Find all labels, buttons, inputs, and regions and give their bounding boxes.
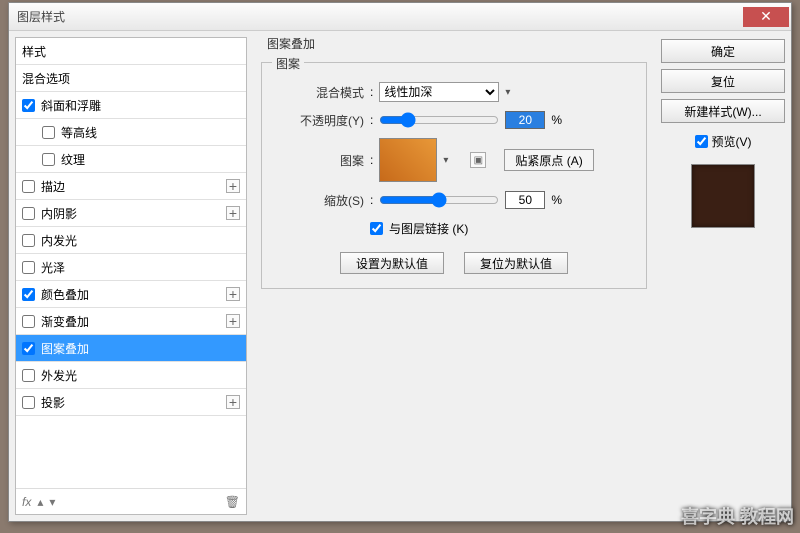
style-label: 颜色叠加 <box>41 286 226 303</box>
arrow-down-icon[interactable]: ▾ <box>49 495 55 509</box>
add-effect-icon[interactable]: + <box>226 206 240 220</box>
style-checkbox[interactable] <box>22 234 35 247</box>
style-checkbox[interactable] <box>22 369 35 382</box>
style-checkbox[interactable] <box>42 126 55 139</box>
link-row: 与图层链接 (K) <box>272 214 636 242</box>
trash-icon[interactable]: 🗑 <box>225 495 240 509</box>
style-item-5[interactable]: 内发光 <box>16 227 246 254</box>
style-label: 等高线 <box>61 124 240 141</box>
style-checkbox[interactable] <box>22 261 35 274</box>
snap-origin-button[interactable]: 贴紧原点 (A) <box>504 149 593 171</box>
chevron-down-icon[interactable]: ▾ <box>505 87 510 98</box>
style-label: 渐变叠加 <box>41 313 226 330</box>
style-item-8[interactable]: 渐变叠加+ <box>16 308 246 335</box>
section-title: 图案叠加 <box>267 35 647 52</box>
ok-button[interactable]: 确定 <box>661 39 785 63</box>
style-label: 内阴影 <box>41 205 226 222</box>
pattern-fieldset: 图案 混合模式: 线性加深 ▾ 不透明度(Y): % <box>261 62 647 289</box>
scale-slider[interactable] <box>379 192 499 208</box>
styles-list[interactable]: 样式 混合选项 斜面和浮雕等高线纹理描边+内阴影+内发光光泽颜色叠加+渐变叠加+… <box>16 38 246 488</box>
blend-options-label: 混合选项 <box>22 70 240 87</box>
opacity-label: 不透明度(Y) <box>272 112 364 129</box>
titlebar[interactable]: 图层样式 ✕ <box>9 3 791 31</box>
reset-button[interactable]: 复位 <box>661 69 785 93</box>
scale-label: 缩放(S) <box>272 192 364 209</box>
style-checkbox[interactable] <box>42 153 55 166</box>
style-checkbox[interactable] <box>22 315 35 328</box>
style-item-0[interactable]: 斜面和浮雕 <box>16 92 246 119</box>
style-item-1[interactable]: 等高线 <box>16 119 246 146</box>
dialog-body: 样式 混合选项 斜面和浮雕等高线纹理描边+内阴影+内发光光泽颜色叠加+渐变叠加+… <box>9 31 791 521</box>
blend-mode-label: 混合模式 <box>272 84 364 101</box>
create-pattern-icon[interactable]: ▣ <box>470 152 486 168</box>
add-effect-icon[interactable]: + <box>226 287 240 301</box>
style-label: 内发光 <box>41 232 240 249</box>
style-checkbox[interactable] <box>22 180 35 193</box>
style-checkbox[interactable] <box>22 396 35 409</box>
opacity-input[interactable] <box>505 111 545 129</box>
percent-label: % <box>551 113 562 127</box>
styles-header[interactable]: 样式 <box>16 38 246 65</box>
close-button[interactable]: ✕ <box>743 7 789 27</box>
pattern-label: 图案 <box>272 152 364 169</box>
add-effect-icon[interactable]: + <box>226 314 240 328</box>
blend-options-header[interactable]: 混合选项 <box>16 65 246 92</box>
style-checkbox[interactable] <box>22 288 35 301</box>
pattern-legend: 图案 <box>272 55 304 72</box>
blend-mode-row: 混合模式: 线性加深 ▾ <box>272 78 636 106</box>
style-checkbox[interactable] <box>22 99 35 112</box>
style-label: 纹理 <box>61 151 240 168</box>
style-label: 投影 <box>41 394 226 411</box>
style-item-10[interactable]: 外发光 <box>16 362 246 389</box>
style-checkbox[interactable] <box>22 207 35 220</box>
scale-row: 缩放(S): % <box>272 186 636 214</box>
style-item-4[interactable]: 内阴影+ <box>16 200 246 227</box>
style-item-7[interactable]: 颜色叠加+ <box>16 281 246 308</box>
style-label: 外发光 <box>41 367 240 384</box>
opacity-row: 不透明度(Y): % <box>272 106 636 134</box>
pattern-swatch[interactable] <box>379 138 437 182</box>
styles-footer: fx ▴ ▾ 🗑 <box>16 488 246 514</box>
style-item-3[interactable]: 描边+ <box>16 173 246 200</box>
pattern-row: 图案: ▾ ▣ 贴紧原点 (A) <box>272 134 636 186</box>
preview-checkbox[interactable] <box>695 135 708 148</box>
link-layer-label: 与图层链接 (K) <box>389 220 468 237</box>
style-label: 斜面和浮雕 <box>41 97 240 114</box>
styles-header-label: 样式 <box>22 43 240 60</box>
style-label: 光泽 <box>41 259 240 276</box>
layer-style-dialog: 图层样式 ✕ 样式 混合选项 斜面和浮雕等高线纹理描边+内阴影+内发光光泽颜色叠… <box>8 2 792 522</box>
style-item-11[interactable]: 投影+ <box>16 389 246 416</box>
blend-mode-select[interactable]: 线性加深 <box>379 82 499 102</box>
options-panel: 图案叠加 图案 混合模式: 线性加深 ▾ 不透明度(Y): <box>253 31 655 521</box>
preview-label: 预览(V) <box>712 133 752 150</box>
pattern-picker-arrow-icon[interactable]: ▾ <box>443 155 448 166</box>
preview-row: 预览(V) <box>661 133 785 150</box>
arrow-up-icon[interactable]: ▴ <box>37 495 43 509</box>
style-item-2[interactable]: 纹理 <box>16 146 246 173</box>
new-style-button[interactable]: 新建样式(W)... <box>661 99 785 123</box>
set-default-button[interactable]: 设置为默认值 <box>340 252 444 274</box>
action-panel: 确定 复位 新建样式(W)... 预览(V) <box>655 31 791 521</box>
scale-input[interactable] <box>505 191 545 209</box>
fx-icon[interactable]: fx <box>22 495 31 509</box>
styles-panel: 样式 混合选项 斜面和浮雕等高线纹理描边+内阴影+内发光光泽颜色叠加+渐变叠加+… <box>15 37 247 515</box>
dialog-title: 图层样式 <box>17 8 743 25</box>
defaults-row: 设置为默认值 复位为默认值 <box>272 252 636 274</box>
preview-swatch <box>691 164 755 228</box>
style-item-6[interactable]: 光泽 <box>16 254 246 281</box>
opacity-slider[interactable] <box>379 112 499 128</box>
add-effect-icon[interactable]: + <box>226 395 240 409</box>
percent-label-2: % <box>551 193 562 207</box>
add-effect-icon[interactable]: + <box>226 179 240 193</box>
reset-default-button[interactable]: 复位为默认值 <box>464 252 568 274</box>
style-label: 描边 <box>41 178 226 195</box>
link-layer-checkbox[interactable] <box>370 222 383 235</box>
style-label: 图案叠加 <box>41 340 240 357</box>
style-item-9[interactable]: 图案叠加 <box>16 335 246 362</box>
style-checkbox[interactable] <box>22 342 35 355</box>
